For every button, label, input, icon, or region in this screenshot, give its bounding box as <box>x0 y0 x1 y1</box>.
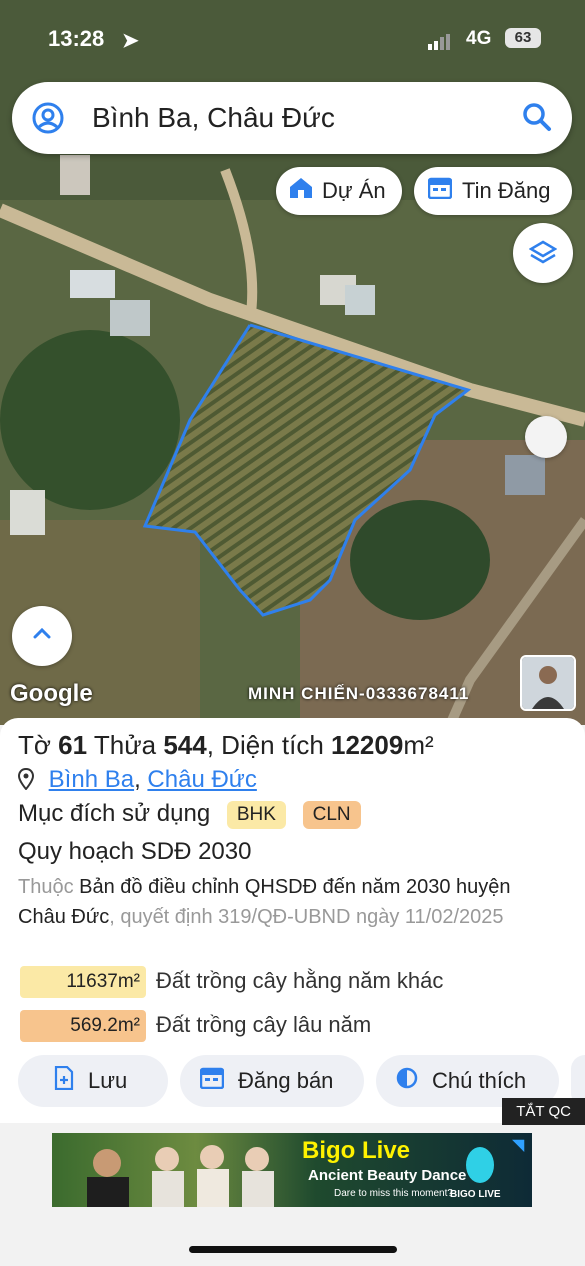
location-dot-button[interactable] <box>525 416 567 458</box>
ad-banner[interactable]: Bigo Live Ancient Beauty Dance Dare to m… <box>52 1133 532 1207</box>
layers-button[interactable] <box>513 223 573 283</box>
search-icon[interactable] <box>522 102 552 137</box>
contrast-icon <box>396 1067 418 1095</box>
location-link-binh-ba[interactable]: Bình Ba <box>49 766 134 793</box>
network-type: 4G <box>466 28 492 49</box>
plan-description: Thuộc Bản đồ điều chỉnh QHSDĐ đến năm 20… <box>18 876 511 928</box>
ad-cta: Dare to miss this moment? <box>334 1188 453 1199</box>
home-indicator[interactable] <box>189 1246 397 1253</box>
clock: 13:28 <box>48 26 105 51</box>
tin-dang-button[interactable]: Tin Đăng <box>414 167 572 215</box>
layers-icon <box>528 239 558 272</box>
search-input[interactable]: Bình Ba, Châu Đức <box>92 102 335 134</box>
post-sale-button[interactable]: Đăng bán <box>180 1055 364 1107</box>
ad-logo-text: BIGO LIVE <box>450 1189 501 1200</box>
status-bar: 13:28 ➤ 4G 63 <box>0 22 585 58</box>
expand-sheet-button[interactable] <box>12 606 72 666</box>
signal-icon <box>428 30 458 50</box>
location-link-chau-duc[interactable]: Châu Đức <box>147 766 256 793</box>
chevron-up-icon <box>32 626 52 645</box>
plan-title: Quy hoạch SDĐ 2030 <box>18 838 252 865</box>
avatar[interactable] <box>520 655 576 711</box>
land-use-tag: BHK <box>226 800 286 829</box>
ad-info-icon[interactable]: ◥ <box>512 1135 524 1155</box>
ad-tagline: Ancient Beauty Dance <box>308 1167 467 1184</box>
google-logo: Google <box>10 680 93 707</box>
legend-area: 569.2m² <box>20 1010 146 1042</box>
parcel-title: Tờ 61 Thửa 544, Diện tích 12209m² <box>18 730 434 760</box>
save-button[interactable]: Lưu <box>18 1055 168 1107</box>
battery-level: 63 <box>505 28 541 48</box>
close-ad-button[interactable]: TẮT QC <box>502 1098 585 1125</box>
user-icon[interactable] <box>32 102 64 139</box>
du-an-button[interactable]: Dự Án <box>276 167 402 215</box>
search-bar[interactable]: Bình Ba, Châu Đức <box>12 82 572 154</box>
map-view[interactable]: 13:28 ➤ 4G 63 Bình Ba, Châu Đức Dự Án Ti… <box>0 0 585 725</box>
ad-brand: Bigo Live <box>302 1137 411 1164</box>
watermark: MINH CHIẾN-0333678411 <box>248 684 470 703</box>
legend-label: Đất trồng cây lâu năm <box>156 1012 372 1037</box>
calendar-icon <box>199 1067 225 1095</box>
home-icon <box>288 176 314 206</box>
land-use-purpose: Mục đích sử dụng BHK CLN <box>18 800 361 829</box>
land-use-tag: CLN <box>302 800 361 829</box>
add-file-icon <box>54 1065 74 1096</box>
location-arrow-icon: ➤ <box>122 30 139 52</box>
legend-label: Đất trồng cây hằng năm khác <box>156 968 444 993</box>
parcel-location: Bình Ba, Châu Đức <box>17 766 257 797</box>
calendar-icon <box>427 177 453 205</box>
map-pin-icon <box>17 767 35 797</box>
legend-area: 11637m² <box>20 966 146 998</box>
